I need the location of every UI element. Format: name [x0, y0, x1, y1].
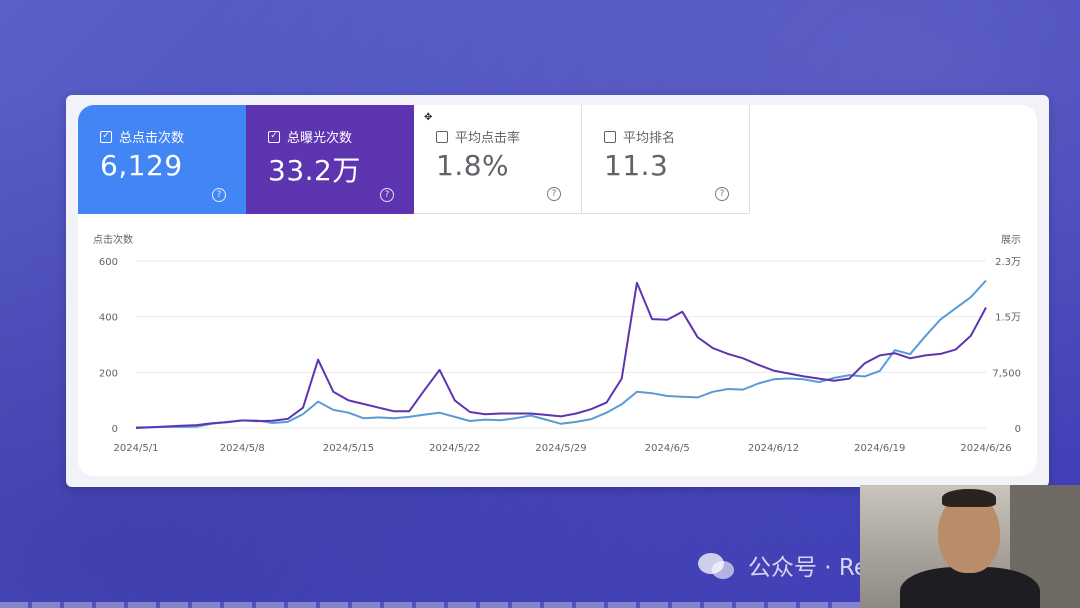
left-tick-label: 400: [99, 313, 118, 324]
x-tick-label: 2024/5/8: [220, 443, 265, 454]
right-tick-label: 7,500: [992, 368, 1021, 379]
x-tick-label: 2024/5/22: [429, 443, 480, 454]
wechat-icon: [698, 549, 738, 581]
performance-line-chart: 点击次数 展示 600 2.3万 400 1.5万 200 7,500 0 0 2024/5/1 20…: [93, 233, 1021, 454]
webcam-overlay: [860, 485, 1080, 608]
x-tick-label: 2024/5/29: [535, 443, 586, 454]
right-tick-label: 0: [1015, 424, 1021, 435]
performance-panel: ✓ 总点击次数 6,129 ? ✓ 总曝光次数 33.2万 ? 平均点击率 1.…: [78, 105, 1037, 476]
performance-card: ✓ 总点击次数 6,129 ? ✓ 总曝光次数 33.2万 ? 平均点击率 1.…: [66, 95, 1049, 487]
left-tick-label: 200: [99, 368, 118, 379]
series-line: [135, 281, 987, 429]
x-tick-label: 2024/6/12: [748, 443, 799, 454]
left-tick-label: 600: [99, 257, 118, 268]
left-tick-label: 0: [112, 424, 118, 435]
video-progress-strip: [0, 602, 860, 608]
right-tick-label: 1.5万: [995, 313, 1021, 324]
right-tick-label: 2.3万: [995, 257, 1021, 268]
x-tick-label: 2024/6/26: [960, 443, 1011, 454]
x-tick-label: 2024/5/15: [323, 443, 374, 454]
x-tick-label: 2024/5/1: [114, 443, 159, 454]
left-axis-title: 点击次数: [93, 233, 133, 246]
mouse-cursor-icon: ✥: [424, 112, 433, 123]
right-axis-title: 展示: [1001, 234, 1021, 246]
x-tick-label: 2024/6/19: [854, 443, 905, 454]
x-tick-label: 2024/6/5: [645, 443, 690, 454]
series-line: [135, 279, 987, 429]
